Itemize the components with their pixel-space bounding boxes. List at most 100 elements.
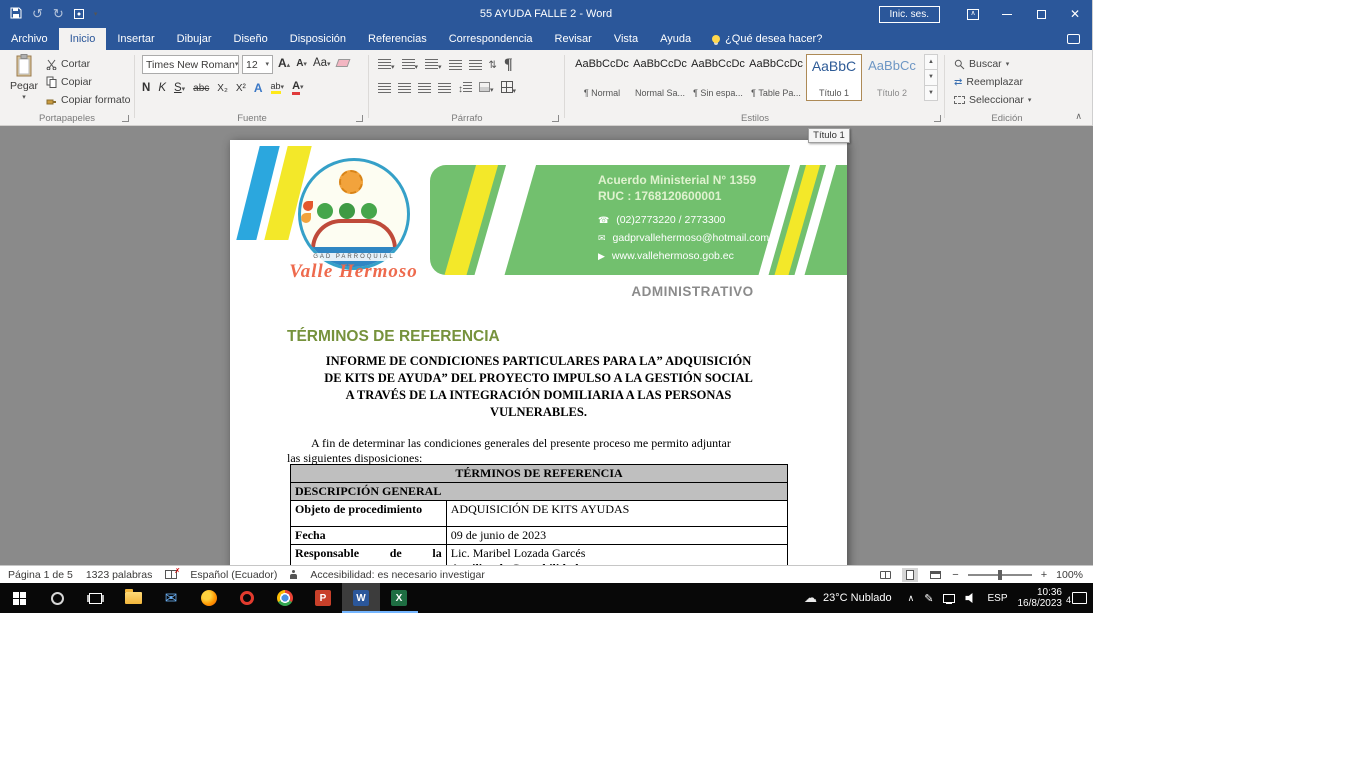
multilevel-list-icon[interactable]: ▾ [425,59,442,71]
superscript-button[interactable]: X² [236,83,246,94]
read-mode-button[interactable] [877,568,893,582]
firefox-button[interactable] [190,583,228,613]
word-button[interactable]: W [342,583,380,613]
select-button[interactable]: Seleccionar▾ [954,94,1031,106]
undo-icon[interactable]: ↺ [32,6,43,22]
tab-correspondencia[interactable]: Correspondencia [438,28,544,50]
increase-indent-icon[interactable] [469,60,482,70]
language-button[interactable]: ESP [987,593,1007,604]
tab-archivo[interactable]: Archivo [0,28,59,50]
copy-button[interactable]: Copiar [46,76,92,88]
strikethrough-button[interactable]: abc [193,83,209,94]
clipboard-dialog-launcher-icon[interactable] [122,115,129,122]
proofing-errors-icon[interactable]: ✗ [165,570,177,579]
tab-dibujar[interactable]: Dibujar [166,28,223,50]
language-indicator[interactable]: Español (Ecuador) [190,569,277,581]
start-button[interactable] [0,583,38,613]
replace-button[interactable]: ⇄ Reemplazar [954,76,1023,88]
find-button[interactable]: Buscar▾ [954,58,1009,70]
tab-diseno[interactable]: Diseño [223,28,279,50]
clock[interactable]: 10:36 16/8/2023 [1018,587,1063,609]
file-explorer-button[interactable] [114,583,152,613]
decrease-indent-icon[interactable] [449,60,462,70]
font-size-combo[interactable]: 12▾ [242,55,273,74]
align-left-icon[interactable] [378,83,391,93]
zoom-slider[interactable] [968,574,1032,576]
redo-icon[interactable]: ↻ [53,6,64,22]
opera-button[interactable] [228,583,266,613]
chrome-button[interactable] [266,583,304,613]
clear-formatting-icon[interactable] [335,59,350,67]
shading-icon[interactable]: ▾ [479,82,494,94]
search-button[interactable] [38,583,76,613]
style-titulo-2[interactable]: AaBbCcTítulo 2 [864,54,920,101]
underline-button[interactable]: S▾ [174,82,185,94]
close-button[interactable]: ✕ [1058,0,1092,28]
styles-scroll-down-icon[interactable]: ▼ [924,70,938,85]
format-painter-button[interactable]: Copiar formato [46,94,130,106]
zoom-slider-thumb[interactable] [998,570,1002,580]
cut-button[interactable]: Cortar [46,58,90,70]
save-icon[interactable] [10,7,22,22]
ink-pen-icon[interactable]: ✎ [924,592,933,605]
print-layout-button[interactable] [902,568,918,582]
document-page[interactable]: Acuerdo Ministerial N° 1359 RUC : 176812… [230,140,847,565]
styles-scroll-up-icon[interactable]: ▲ [924,54,938,70]
justify-icon[interactable] [438,83,451,93]
style-titulo-1[interactable]: AaBbCTítulo 1 [806,54,862,101]
style-table-paragraph[interactable]: AaBbCcDc¶ Table Pa... [748,54,804,101]
tab-revisar[interactable]: Revisar [544,28,603,50]
line-spacing-icon[interactable]: ↕ [458,82,472,95]
touch-mode-icon[interactable] [74,9,84,19]
show-marks-icon[interactable]: ¶ [504,56,513,74]
tab-insertar[interactable]: Insertar [106,28,165,50]
minimize-button[interactable] [990,0,1024,28]
borders-icon[interactable]: ▾ [501,81,517,95]
zoom-in-button[interactable]: + [1041,569,1047,581]
excel-button[interactable]: X [380,583,418,613]
powerpoint-button[interactable]: P [304,583,342,613]
style-normal-sa[interactable]: AaBbCcDcNormal Sa... [632,54,688,101]
mail-button[interactable]: ✉ [152,583,190,613]
sign-in-button[interactable]: Inic. ses. [879,6,940,23]
sort-icon[interactable]: ⇅ [489,60,497,71]
font-name-combo[interactable]: Times New Roman▾ [142,55,239,74]
shrink-font-button[interactable]: A▾ [296,58,307,69]
collapse-ribbon-icon[interactable]: ∧ [1075,111,1082,122]
paste-button[interactable]: Pegar ▾ [6,54,42,112]
weather-widget[interactable]: ☁23°C Nublado [798,590,898,606]
styles-dialog-launcher-icon[interactable] [934,115,941,122]
tell-me-box[interactable]: ¿Qué desea hacer? [702,28,832,50]
italic-button[interactable]: K [158,82,166,94]
bold-button[interactable]: N [142,82,150,94]
zoom-level[interactable]: 100% [1056,569,1083,581]
tab-ayuda[interactable]: Ayuda [649,28,702,50]
tab-disposicion[interactable]: Disposición [279,28,357,50]
font-dialog-launcher-icon[interactable] [356,115,363,122]
accessibility-status[interactable]: Accesibilidad: es necesario investigar [310,569,485,581]
text-effects-button[interactable]: A [254,81,263,95]
page-indicator[interactable]: Página 1 de 5 [8,569,73,581]
volume-icon[interactable] [965,592,977,604]
align-center-icon[interactable] [398,83,411,93]
style-sin-espaciado[interactable]: AaBbCcDc¶ Sin espa... [690,54,746,101]
word-count[interactable]: 1323 palabras [86,569,153,581]
tab-referencias[interactable]: Referencias [357,28,438,50]
display-icon[interactable] [943,594,955,603]
bullets-icon[interactable]: ▾ [378,59,395,71]
comments-icon[interactable] [1067,28,1092,50]
ribbon-display-options-icon[interactable]: ∧ [956,0,990,28]
notification-center-icon[interactable]: 4 [1072,592,1087,604]
task-view-button[interactable] [76,583,114,613]
tab-inicio[interactable]: Inicio [59,28,107,50]
maximize-button[interactable] [1024,0,1058,28]
hidden-icons-chevron[interactable]: ∧ [908,593,915,604]
font-color-button[interactable]: A▾ [292,81,303,95]
zoom-out-button[interactable]: − [952,569,958,581]
numbering-icon[interactable]: ▾ [402,59,419,71]
align-right-icon[interactable] [418,83,431,93]
paragraph-dialog-launcher-icon[interactable] [552,115,559,122]
style-normal[interactable]: AaBbCcDc¶ Normal [574,54,630,101]
customize-qat-icon[interactable]: ▾ [94,11,98,18]
highlight-button[interactable]: ab▾ [271,82,285,94]
